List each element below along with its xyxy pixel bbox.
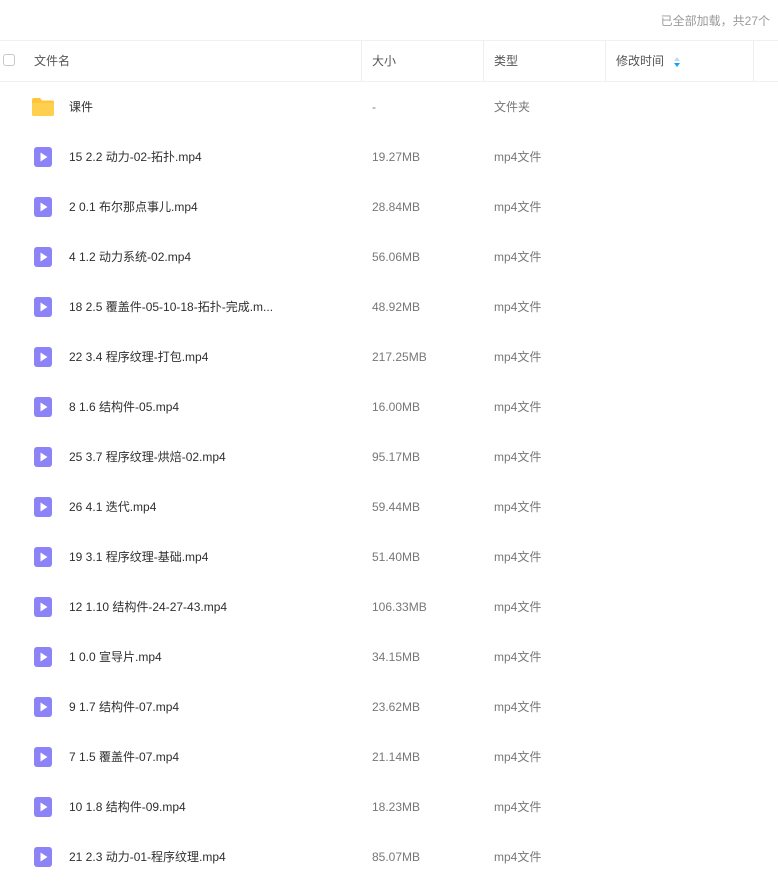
file-type: 文件夹 [494, 100, 531, 114]
file-size: 106.33MB [372, 600, 427, 614]
file-type: mp4文件 [494, 350, 542, 364]
file-size: 19.27MB [372, 150, 421, 164]
video-icon [34, 447, 52, 467]
file-size: 21.14MB [372, 750, 421, 764]
file-row[interactable]: 10 1.8 结构件-09.mp4 18.23MB mp4文件 [0, 782, 778, 832]
file-row[interactable]: 1 0.0 宣导片.mp4 34.15MB mp4文件 [0, 632, 778, 682]
video-icon [34, 147, 52, 167]
column-divider[interactable] [753, 41, 754, 81]
file-name[interactable]: 7 1.5 覆盖件-07.mp4 [69, 732, 179, 782]
video-icon [34, 797, 52, 817]
file-size: 59.44MB [372, 500, 421, 514]
file-row[interactable]: 22 3.4 程序纹理-打包.mp4 217.25MB mp4文件 [0, 332, 778, 382]
file-name[interactable]: 4 1.2 动力系统-02.mp4 [69, 232, 191, 282]
video-icon [34, 197, 52, 217]
file-row[interactable]: 15 2.2 动力-02-拓扑.mp4 19.27MB mp4文件 [0, 132, 778, 182]
file-name[interactable]: 课件 [69, 82, 93, 132]
file-size: 85.07MB [372, 850, 421, 864]
folder-row[interactable]: 课件 - 文件夹 [0, 82, 778, 132]
file-row[interactable]: 8 1.6 结构件-05.mp4 16.00MB mp4文件 [0, 382, 778, 432]
video-icon [34, 747, 52, 767]
file-name[interactable]: 2 0.1 布尔那点事儿.mp4 [69, 182, 198, 232]
file-row[interactable]: 19 3.1 程序纹理-基础.mp4 51.40MB mp4文件 [0, 532, 778, 582]
file-name[interactable]: 21 2.3 动力-01-程序纹理.mp4 [69, 832, 226, 882]
video-icon [34, 547, 52, 567]
file-type: mp4文件 [494, 600, 542, 614]
file-name[interactable]: 1 0.0 宣导片.mp4 [69, 632, 162, 682]
file-type: mp4文件 [494, 500, 542, 514]
file-type: mp4文件 [494, 550, 542, 564]
file-type: mp4文件 [494, 750, 542, 764]
file-row[interactable]: 18 2.5 覆盖件-05-10-18-拓扑-完成.m... 48.92MB mp4… [0, 282, 778, 332]
file-row[interactable]: 21 2.3 动力-01-程序纹理.mp4 85.07MB mp4文件 [0, 832, 778, 882]
file-size: 23.62MB [372, 700, 421, 714]
file-size: 18.23MB [372, 800, 421, 814]
file-name[interactable]: 8 1.6 结构件-05.mp4 [69, 382, 179, 432]
video-icon [34, 847, 52, 867]
file-size: 95.17MB [372, 450, 421, 464]
column-divider[interactable] [361, 41, 362, 81]
file-list-header: 文件名 大小 类型 修改时间 [0, 40, 778, 82]
video-icon [34, 497, 52, 517]
file-type: mp4文件 [494, 150, 542, 164]
top-bar: 已全部加载，共27个 [0, 0, 778, 40]
file-size: 16.00MB [372, 400, 421, 414]
file-type: mp4文件 [494, 300, 542, 314]
video-icon [34, 597, 52, 617]
file-type: mp4文件 [494, 700, 542, 714]
file-row[interactable]: 7 1.5 覆盖件-07.mp4 21.14MB mp4文件 [0, 732, 778, 782]
file-size: 48.92MB [372, 300, 421, 314]
column-header-type[interactable]: 类型 [494, 41, 518, 81]
file-size: 28.84MB [372, 200, 421, 214]
file-name[interactable]: 10 1.8 结构件-09.mp4 [69, 782, 186, 832]
file-type: mp4文件 [494, 400, 542, 414]
column-divider[interactable] [483, 41, 484, 81]
file-row[interactable]: 9 1.7 结构件-07.mp4 23.62MB mp4文件 [0, 682, 778, 732]
column-header-modified[interactable]: 修改时间 [616, 41, 664, 81]
load-status-text: 已全部加载，共27个 [660, 14, 770, 28]
file-type: mp4文件 [494, 200, 542, 214]
sort-icon[interactable] [673, 55, 681, 69]
file-name[interactable]: 22 3.4 程序纹理-打包.mp4 [69, 332, 208, 382]
column-header-size[interactable]: 大小 [372, 41, 396, 81]
file-size: 51.40MB [372, 550, 421, 564]
file-name[interactable]: 19 3.1 程序纹理-基础.mp4 [69, 532, 208, 582]
file-row[interactable]: 4 1.2 动力系统-02.mp4 56.06MB mp4文件 [0, 232, 778, 282]
column-header-name[interactable]: 文件名 [34, 41, 70, 81]
video-icon [34, 297, 52, 317]
file-name[interactable]: 12 1.10 结构件-24-27-43.mp4 [69, 582, 227, 632]
file-type: mp4文件 [494, 450, 542, 464]
file-type: mp4文件 [494, 850, 542, 864]
file-size: 217.25MB [372, 350, 427, 364]
video-icon [34, 397, 52, 417]
file-name[interactable]: 18 2.5 覆盖件-05-10-18-拓扑-完成.m... [69, 282, 273, 332]
folder-icon [32, 98, 54, 116]
file-name[interactable]: 9 1.7 结构件-07.mp4 [69, 682, 179, 732]
file-list: 课件 - 文件夹 15 2.2 动力-02-拓扑.mp4 19.27MB mp4文件 2 0… [0, 82, 778, 882]
file-row[interactable]: 2 0.1 布尔那点事儿.mp4 28.84MB mp4文件 [0, 182, 778, 232]
file-type: mp4文件 [494, 650, 542, 664]
file-size: 56.06MB [372, 250, 421, 264]
video-icon [34, 247, 52, 267]
file-size: - [372, 100, 376, 114]
file-name[interactable]: 26 4.1 迭代.mp4 [69, 482, 156, 532]
video-icon [34, 697, 52, 717]
file-row[interactable]: 25 3.7 程序纹理-烘焙-02.mp4 95.17MB mp4文件 [0, 432, 778, 482]
file-row[interactable]: 26 4.1 迭代.mp4 59.44MB mp4文件 [0, 482, 778, 532]
file-type: mp4文件 [494, 250, 542, 264]
file-type: mp4文件 [494, 800, 542, 814]
select-all-checkbox[interactable] [3, 54, 15, 66]
column-divider[interactable] [605, 41, 606, 81]
video-icon [34, 347, 52, 367]
video-icon [34, 647, 52, 667]
file-row[interactable]: 12 1.10 结构件-24-27-43.mp4 106.33MB mp4文件 [0, 582, 778, 632]
file-name[interactable]: 25 3.7 程序纹理-烘焙-02.mp4 [69, 432, 226, 482]
file-size: 34.15MB [372, 650, 421, 664]
file-name[interactable]: 15 2.2 动力-02-拓扑.mp4 [69, 132, 202, 182]
